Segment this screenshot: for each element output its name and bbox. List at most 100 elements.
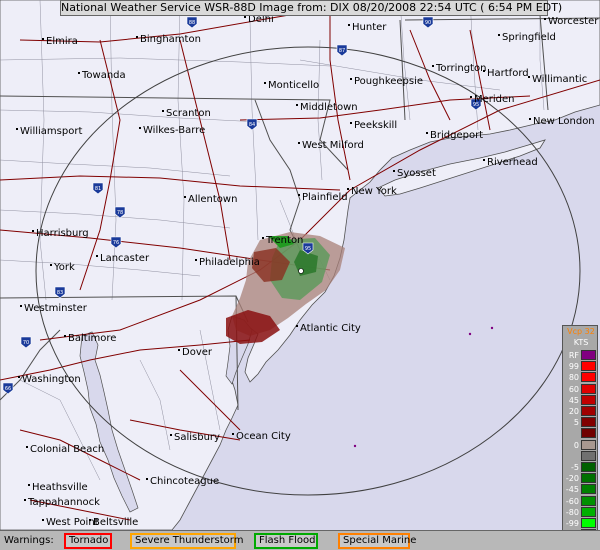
- svg-text:84: 84: [249, 122, 255, 128]
- city-label: Allentown: [188, 194, 237, 205]
- legend-entry-label: RF: [568, 351, 579, 360]
- legend-swatch: [581, 450, 596, 461]
- city-label: Lancaster: [100, 253, 150, 264]
- warning-flash-flood[interactable]: Flash Flood: [254, 533, 318, 549]
- city-label: West Milford: [302, 140, 364, 151]
- legend-entry: -99: [563, 518, 599, 529]
- city-dot: [170, 434, 172, 436]
- city-label: Plainfield: [302, 192, 348, 203]
- city-label: Middletown: [300, 102, 358, 113]
- legend-entry: -20: [563, 473, 599, 484]
- city-label: Colonial Beach: [30, 444, 104, 455]
- city-dot: [528, 76, 530, 78]
- city-dot: [393, 170, 395, 172]
- legend-swatch: [581, 439, 596, 450]
- city-label: Springfield: [502, 32, 556, 43]
- legend-entry-label: 80: [568, 373, 579, 383]
- legend-entry: -5: [563, 462, 599, 473]
- warning-tornado[interactable]: Tornado: [64, 533, 112, 549]
- legend-unit: KTS: [573, 338, 589, 347]
- title-bar: National Weather Service WSR-88D Image f…: [60, 0, 563, 16]
- warnings-bar: Warnings: Tornado Severe Thunderstorm Fl…: [0, 530, 600, 550]
- city-label: Chincoteague: [150, 476, 219, 487]
- city-label: Towanda: [81, 70, 126, 81]
- radar-map: 88 9087848178768370959566 Elmira Binghamto…: [0, 0, 600, 530]
- city-label: Atlantic City: [300, 323, 361, 334]
- city-label: Elmira: [46, 36, 78, 47]
- city-label: Syosset: [397, 168, 436, 179]
- legend-swatch: [581, 473, 596, 484]
- city-dot: [24, 499, 26, 501]
- city-label: New London: [533, 116, 595, 127]
- city-dot: [298, 142, 300, 144]
- city-dot: [50, 264, 52, 266]
- city-dot: [350, 78, 352, 80]
- city-label: Scranton: [166, 108, 211, 119]
- city-dot: [483, 70, 485, 72]
- city-label: Harrisburg: [36, 228, 89, 239]
- legend-entry: [563, 428, 599, 439]
- city-dot: [184, 196, 186, 198]
- legend-entry-label: -80: [565, 507, 579, 517]
- city-dot: [264, 82, 266, 84]
- legend-entry: 80: [563, 372, 599, 383]
- city-label: York: [53, 262, 75, 273]
- legend-swatch: [581, 350, 596, 360]
- city-dot: [544, 18, 546, 20]
- svg-text:81: 81: [95, 186, 101, 192]
- city-dot: [32, 230, 34, 232]
- legend-entry-label: -99: [565, 519, 579, 528]
- city-dot: [28, 484, 30, 486]
- city-dot: [42, 519, 44, 521]
- city-label: Wilkes-Barre: [143, 125, 205, 136]
- city-label: Washington: [22, 374, 81, 385]
- legend-entry-label: -5: [571, 463, 579, 472]
- city-label: Worcester: [548, 16, 599, 27]
- city-label: Torrington: [435, 63, 486, 74]
- legend-swatch: [581, 361, 596, 372]
- city-dot: [498, 34, 500, 36]
- city-label: Riverhead: [487, 157, 538, 168]
- city-label: Hunter: [352, 22, 387, 33]
- city-label: New York: [351, 186, 397, 197]
- legend-entry-label: -20: [565, 474, 579, 484]
- city-label: Dover: [182, 347, 213, 358]
- city-label: Willimantic: [532, 74, 587, 85]
- legend-entry-label: 0: [573, 440, 579, 450]
- legend-swatch: [581, 417, 596, 428]
- legend-swatch: [581, 428, 596, 439]
- legend-entry-label: 99: [568, 362, 579, 372]
- legend-entry: -80: [563, 506, 599, 518]
- city-dot: [20, 305, 22, 307]
- city-label: Salisbury: [174, 432, 220, 443]
- svg-text:88: 88: [189, 20, 195, 26]
- city-label: Williamsport: [20, 126, 82, 137]
- legend-entry-label: 5: [573, 418, 579, 428]
- legend-swatch: [581, 406, 596, 416]
- city-dot: [296, 104, 298, 106]
- legend-swatch: [581, 372, 596, 383]
- city-label: Trenton: [265, 235, 303, 246]
- city-dot: [432, 65, 434, 67]
- legend-entry-label: 60: [568, 384, 579, 394]
- city-dot: [162, 110, 164, 112]
- city-dot: [146, 478, 148, 480]
- legend-swatch: [581, 495, 596, 506]
- svg-text:87: 87: [339, 48, 345, 54]
- city-dot: [16, 128, 18, 130]
- city-dot: [529, 118, 531, 120]
- legend-entry: 5: [563, 417, 599, 428]
- city-dot: [96, 255, 98, 257]
- legend-entry: 60: [563, 383, 599, 395]
- svg-text:70: 70: [23, 340, 29, 346]
- warning-special-marine[interactable]: Special Marine: [338, 533, 416, 549]
- city-label: Westminster: [24, 303, 88, 314]
- city-dot: [350, 122, 352, 124]
- svg-text:95: 95: [305, 246, 311, 252]
- city-dot: [470, 96, 472, 98]
- city-label: Peekskill: [354, 120, 397, 131]
- legend-entry-label: -45: [565, 485, 579, 495]
- city-label: Bridgeport: [430, 130, 483, 141]
- warning-severe-thunderstorm[interactable]: Severe Thunderstorm: [130, 533, 243, 549]
- city-label: Beltsville: [93, 517, 138, 528]
